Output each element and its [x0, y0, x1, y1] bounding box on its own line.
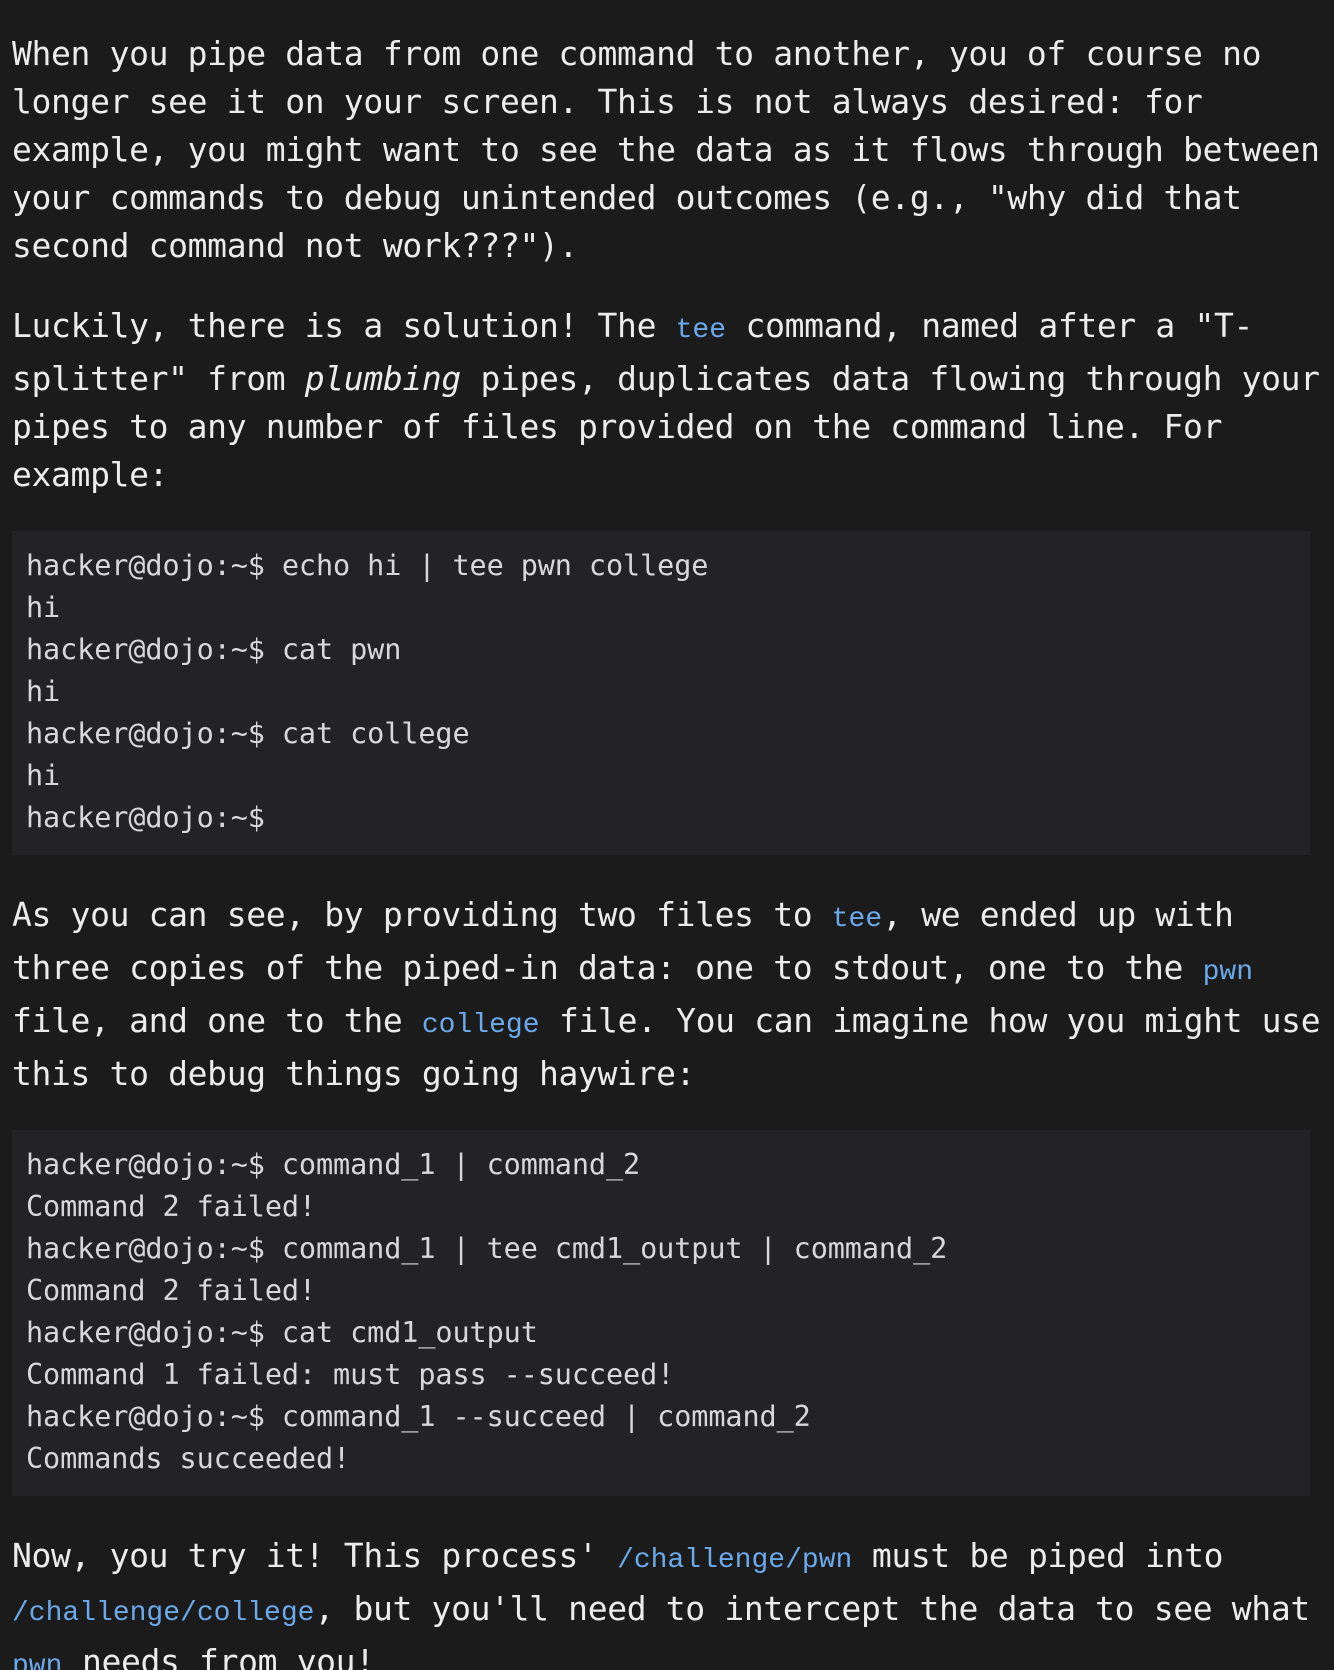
paragraph-tee-intro: Luckily, there is a solution! The tee co… [12, 302, 1322, 499]
text-segment: Luckily, there is a solution! The [12, 306, 676, 345]
code-line: hacker@dojo:~$ command_1 | tee cmd1_outp… [26, 1232, 948, 1265]
inline-code-college: college [421, 1010, 540, 1041]
text-segment: needs from you! [62, 1642, 375, 1670]
inline-code-pwn: pwn [12, 1651, 63, 1670]
code-line: hacker@dojo:~$ cat pwn [26, 633, 402, 666]
text-segment: As you can see, by providing two files t… [12, 895, 832, 934]
emphasis-plumbing: plumbing [304, 359, 462, 398]
inline-code-challenge-college: /challenge/college [12, 1598, 315, 1629]
challenge-description: When you pipe data from one command to a… [0, 0, 1334, 1670]
paragraph-intro: When you pipe data from one command to a… [12, 34, 1320, 265]
paragraph-tee-explanation: As you can see, by providing two files t… [12, 891, 1322, 1098]
code-line: hi [26, 675, 61, 708]
text-segment: Now, you try it! This process' [12, 1536, 618, 1575]
code-line: hacker@dojo:~$ cat college [26, 717, 470, 750]
paragraph-task: Now, you try it! This process' /challeng… [12, 1532, 1322, 1670]
code-line: Command 1 failed: must pass --succeed! [26, 1358, 675, 1391]
code-line: hacker@dojo:~$ command_1 | command_2 [26, 1148, 641, 1181]
code-line: hacker@dojo:~$ [26, 801, 265, 834]
code-block-tee-example: hacker@dojo:~$ echo hi | tee pwn college… [12, 531, 1310, 855]
code-line: Commands succeeded! [26, 1442, 351, 1475]
code-line: hacker@dojo:~$ command_1 --succeed | com… [26, 1400, 811, 1433]
code-line: Command 2 failed! [26, 1190, 316, 1223]
inline-code-tee: tee [675, 315, 727, 346]
code-line: hacker@dojo:~$ cat cmd1_output [26, 1316, 538, 1349]
code-line: hi [26, 591, 61, 624]
inline-code-pwn: pwn [1202, 957, 1254, 988]
inline-code-challenge-pwn: /challenge/pwn [617, 1545, 853, 1576]
text-segment: must be piped into [852, 1536, 1224, 1575]
code-line: hacker@dojo:~$ echo hi | tee pwn college [26, 549, 709, 582]
inline-code-tee: tee [831, 904, 883, 935]
text-segment: file, and one to the [12, 1001, 422, 1040]
code-line: Command 2 failed! [26, 1274, 316, 1307]
code-line: hi [26, 759, 61, 792]
text-segment: , but you'll need to intercept the data … [314, 1589, 1310, 1628]
code-block-debug-example: hacker@dojo:~$ command_1 | command_2 Com… [12, 1130, 1310, 1496]
